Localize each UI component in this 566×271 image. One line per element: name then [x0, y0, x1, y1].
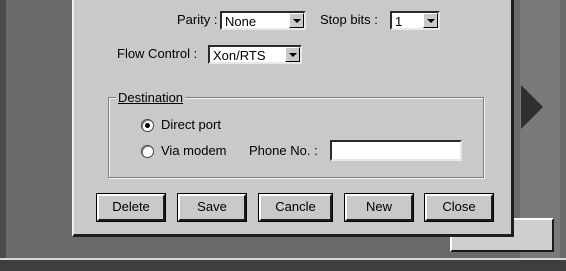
connection-settings-dialog: Parity : None Stop bits : 1 Flow Control…: [72, 0, 514, 237]
flow-control-value: Xon/RTS: [213, 48, 266, 63]
phone-number-label: Phone No. :: [249, 143, 318, 158]
chevron-down-icon[interactable]: [423, 13, 438, 28]
save-button[interactable]: Save: [178, 194, 246, 221]
via-modem-radio[interactable]: [141, 145, 154, 158]
parity-dropdown[interactable]: None: [220, 11, 306, 30]
taskbar: [0, 258, 566, 271]
desktop-left-edge: [0, 0, 6, 269]
stopbits-dropdown[interactable]: 1: [390, 11, 440, 30]
flow-control-label: Flow Control :: [117, 46, 198, 61]
chevron-down-icon[interactable]: [285, 47, 300, 62]
phone-number-input[interactable]: [330, 140, 462, 161]
direct-port-label[interactable]: Direct port: [161, 117, 221, 132]
via-modem-label[interactable]: Via modem: [161, 143, 227, 158]
parity-label: Parity :: [177, 12, 218, 27]
destination-group-title: Destination: [116, 90, 186, 105]
stopbits-label: Stop bits :: [320, 12, 378, 27]
direct-port-radio[interactable]: [141, 119, 154, 132]
stopbits-value: 1: [395, 14, 403, 29]
cancel-button[interactable]: Cancle: [259, 194, 332, 221]
arrow-right-icon: [521, 85, 543, 129]
destination-group: [108, 97, 484, 178]
delete-button[interactable]: Delete: [97, 194, 165, 221]
chevron-down-icon[interactable]: [289, 13, 304, 28]
flow-control-dropdown[interactable]: Xon/RTS: [208, 45, 302, 64]
parity-value: None: [225, 14, 257, 29]
close-button[interactable]: Close: [425, 194, 493, 221]
new-button[interactable]: New: [345, 194, 413, 221]
